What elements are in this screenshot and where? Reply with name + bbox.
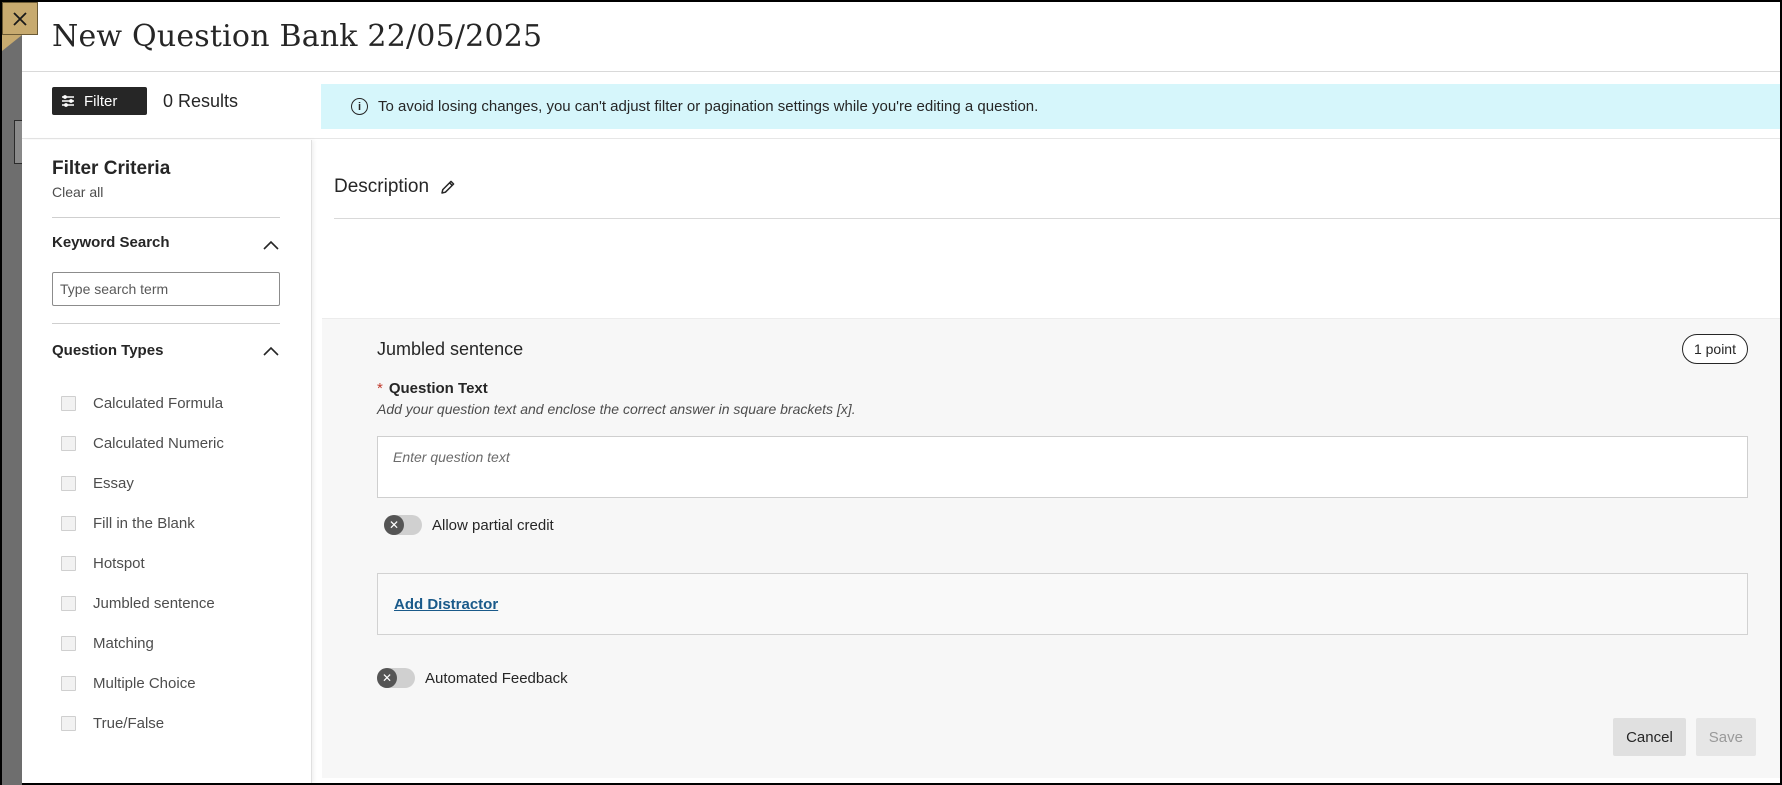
checkbox[interactable] bbox=[61, 435, 76, 451]
question-type-item[interactable]: Essay bbox=[52, 463, 311, 503]
checkbox[interactable] bbox=[61, 675, 76, 691]
distractor-area: Add Distractor bbox=[377, 573, 1748, 635]
pencil-icon[interactable] bbox=[439, 178, 457, 196]
page-title: New Question Bank 22/05/2025 bbox=[52, 19, 543, 54]
chevron-up-icon[interactable] bbox=[262, 343, 280, 361]
modal-backdrop bbox=[2, 2, 24, 785]
question-type-label: Fill in the Blank bbox=[93, 514, 195, 532]
question-type-label: Hotspot bbox=[93, 554, 145, 572]
required-marker: * bbox=[377, 380, 383, 397]
info-banner: i To avoid losing changes, you can't adj… bbox=[321, 84, 1780, 129]
checkbox[interactable] bbox=[61, 395, 76, 411]
checkbox[interactable] bbox=[61, 475, 76, 491]
question-types-header[interactable]: Question Types bbox=[52, 342, 280, 361]
sidebar-divider bbox=[52, 217, 280, 218]
question-type-label: Calculated Numeric bbox=[93, 434, 224, 452]
question-type-label: True/False bbox=[93, 714, 165, 732]
question-type-item[interactable]: Multiple Choice bbox=[52, 663, 311, 703]
description-label: Description bbox=[334, 176, 430, 197]
question-type-label: Essay bbox=[93, 474, 134, 492]
keyword-search-header[interactable]: Keyword Search bbox=[52, 234, 280, 255]
toggle-off-icon: ✕ bbox=[377, 668, 397, 688]
filter-sliders-icon bbox=[62, 95, 74, 107]
question-type-item[interactable]: True/False bbox=[52, 703, 311, 743]
question-type-item[interactable]: Hotspot bbox=[52, 543, 311, 583]
automated-feedback-toggle[interactable]: ✕ bbox=[377, 668, 415, 688]
question-type-label: Jumbled sentence bbox=[93, 594, 215, 612]
filter-button[interactable]: Filter bbox=[52, 87, 147, 115]
editor-actions: Cancel Save bbox=[1613, 718, 1756, 756]
add-distractor-link[interactable]: Add Distractor bbox=[394, 596, 498, 613]
automated-feedback-toggle-row[interactable]: ✕ Automated Feedback bbox=[377, 668, 568, 688]
question-editor: Description Jumbled sentence 1 point * Qu… bbox=[322, 140, 1780, 783]
question-type-item[interactable]: Fill in the Blank bbox=[52, 503, 311, 543]
question-type-item[interactable]: Jumbled sentence bbox=[52, 583, 311, 623]
keyword-search-input[interactable] bbox=[52, 272, 280, 306]
question-type-item[interactable]: Matching bbox=[52, 623, 311, 663]
checkbox[interactable] bbox=[61, 715, 76, 731]
question-type-label: Calculated Formula bbox=[93, 394, 224, 412]
save-button[interactable]: Save bbox=[1695, 718, 1756, 756]
question-type-item[interactable]: Calculated Formula bbox=[52, 383, 311, 423]
question-type-label: Matching bbox=[93, 634, 154, 652]
question-card: Jumbled sentence 1 point * Question Text … bbox=[322, 318, 1780, 778]
question-type-title: Jumbled sentence bbox=[377, 339, 524, 359]
results-count: 0 Results bbox=[163, 90, 239, 111]
toolbar-divider bbox=[22, 138, 1780, 139]
filter-button-label: Filter bbox=[84, 92, 118, 110]
question-type-item[interactable]: Calculated Numeric bbox=[52, 423, 311, 463]
points-badge[interactable]: 1 point bbox=[1681, 334, 1748, 364]
sidebar-divider bbox=[52, 323, 280, 324]
question-type-label: Multiple Choice bbox=[93, 674, 196, 692]
partial-credit-toggle-row[interactable]: ✕ Allow partial credit bbox=[384, 515, 554, 535]
question-text-editor[interactable]: Enter question text bbox=[377, 436, 1748, 498]
filter-sidebar: Filter Criteria Clear all Keyword Search… bbox=[22, 140, 312, 783]
info-banner-message: To avoid losing changes, you can't adjus… bbox=[378, 98, 1039, 115]
question-text-hint: Add your question text and enclose the c… bbox=[377, 401, 856, 417]
checkbox[interactable] bbox=[61, 595, 76, 611]
question-text-label-text: Question Text bbox=[388, 380, 488, 397]
description-row: Description bbox=[334, 176, 457, 198]
results-toolbar: Filter 0 Results bbox=[52, 84, 238, 118]
question-bank-panel: New Question Bank 22/05/2025 Filter 0 Re… bbox=[22, 2, 1780, 783]
partial-credit-toggle[interactable]: ✕ bbox=[384, 515, 422, 535]
question-text-label: * Question Text bbox=[377, 380, 488, 397]
info-icon: i bbox=[351, 98, 368, 115]
toggle-off-icon: ✕ bbox=[384, 515, 404, 535]
partial-credit-label: Allow partial credit bbox=[432, 516, 554, 534]
keyword-search-heading: Keyword Search bbox=[52, 234, 170, 251]
checkbox[interactable] bbox=[61, 555, 76, 571]
checkbox[interactable] bbox=[61, 515, 76, 531]
close-button[interactable] bbox=[2, 2, 38, 35]
checkbox[interactable] bbox=[61, 635, 76, 651]
close-icon bbox=[13, 11, 27, 26]
cancel-button[interactable]: Cancel bbox=[1613, 718, 1686, 756]
panel-header: New Question Bank 22/05/2025 bbox=[22, 2, 1780, 72]
question-type-list: Calculated Formula Calculated Numeric Es… bbox=[52, 383, 311, 743]
automated-feedback-label: Automated Feedback bbox=[425, 669, 568, 687]
clear-all-link[interactable]: Clear all bbox=[52, 184, 103, 200]
question-types-heading: Question Types bbox=[52, 342, 164, 359]
description-divider bbox=[334, 218, 1780, 219]
filter-criteria-title: Filter Criteria bbox=[52, 158, 171, 179]
chevron-up-icon[interactable] bbox=[262, 237, 280, 255]
